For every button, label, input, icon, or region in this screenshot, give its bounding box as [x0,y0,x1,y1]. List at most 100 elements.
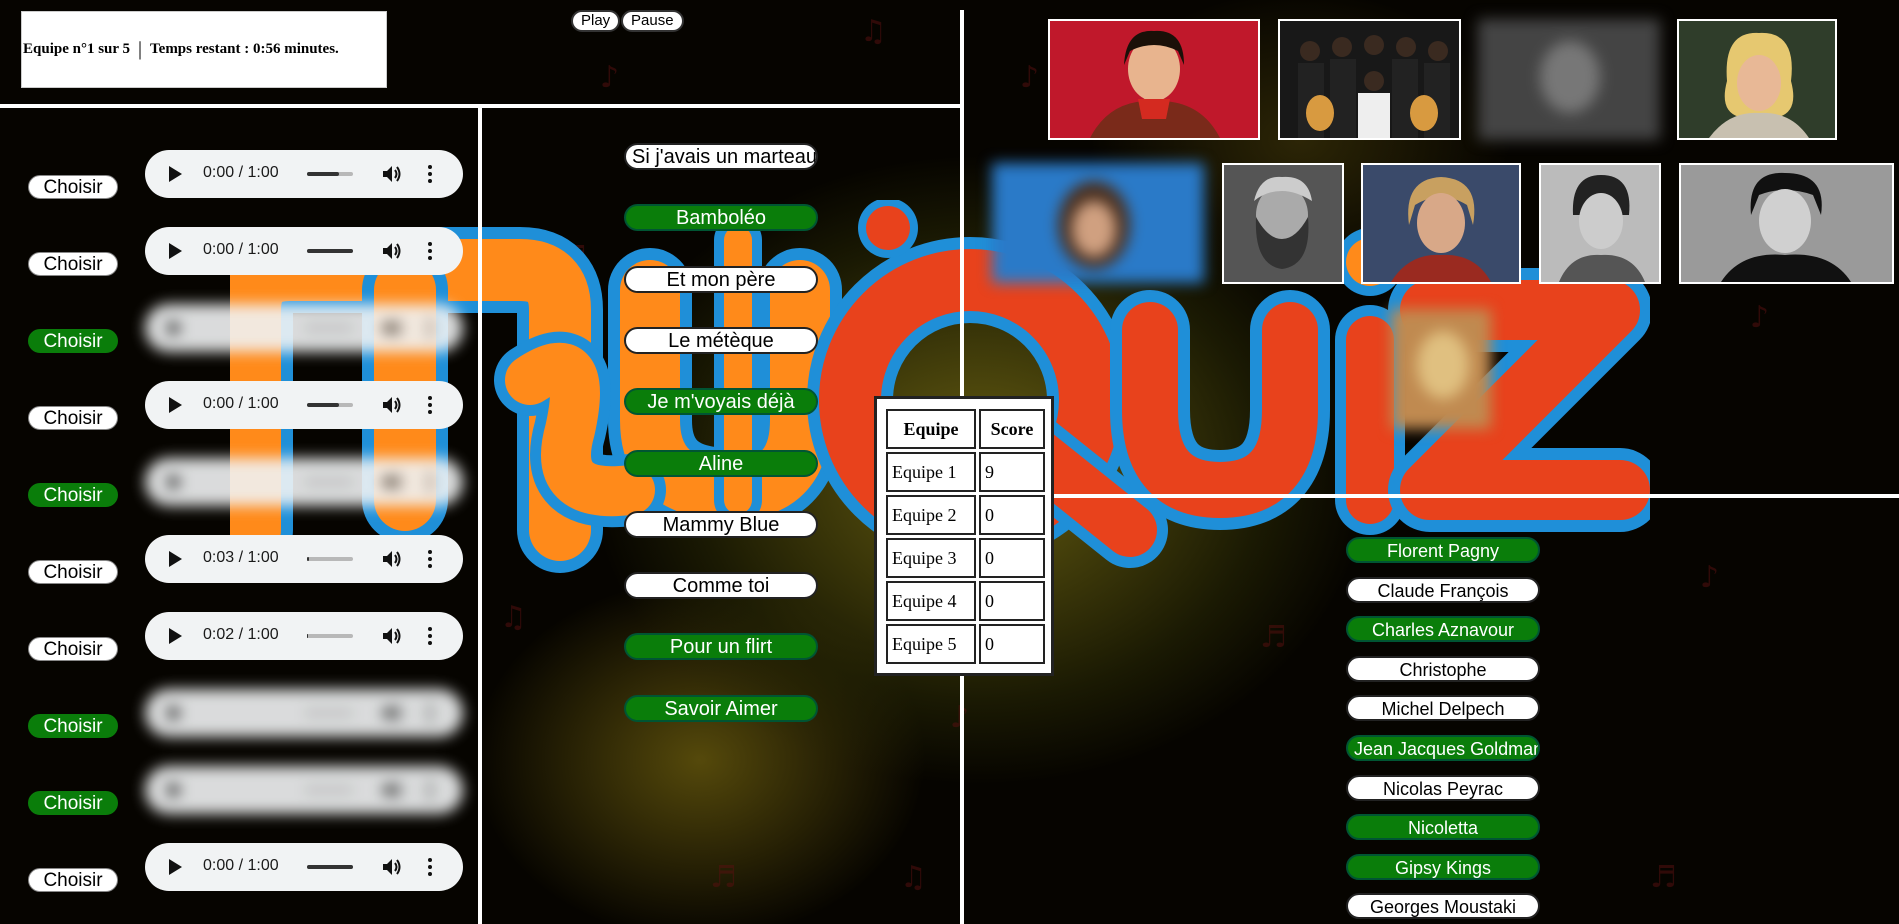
artist-photo[interactable] [1391,309,1491,429]
more-options-icon[interactable] [428,240,432,262]
artist-name-button[interactable]: Charles Aznavour [1346,616,1540,643]
audio-progress [307,865,353,869]
audio-player[interactable]: 0:03 / 1:00 [145,535,463,583]
play-icon[interactable] [169,320,182,336]
artist-photo[interactable] [1539,163,1661,284]
audio-player[interactable] [145,304,463,352]
volume-icon[interactable] [381,856,403,878]
more-options-icon[interactable] [428,471,432,493]
audio-time: 0:02 / 1:00 [203,626,279,643]
volume-icon[interactable] [381,625,403,647]
artist-name-button[interactable]: Claude François [1346,576,1540,603]
volume-icon[interactable] [381,240,403,262]
pause-button[interactable]: Pause [621,10,684,32]
play-icon[interactable] [169,859,182,875]
audio-seek-bar[interactable] [307,172,353,176]
artist-photo[interactable] [1677,19,1837,140]
play-icon[interactable] [169,551,182,567]
audio-seek-bar[interactable] [307,326,353,330]
choose-button[interactable]: Choisir [28,791,118,815]
audio-seek-bar[interactable] [307,403,353,407]
play-icon[interactable] [169,628,182,644]
more-options-icon[interactable] [428,625,432,647]
artist-photo[interactable] [1478,19,1660,140]
table-row: Equipe 3 0 [886,538,1045,578]
volume-icon[interactable] [381,394,403,416]
volume-icon[interactable] [381,702,403,724]
artist-name-button[interactable]: Christophe [1346,655,1540,682]
audio-seek-bar[interactable] [307,865,353,869]
audio-player[interactable]: 0:02 / 1:00 [145,612,463,660]
choose-button[interactable]: Choisir [28,329,118,353]
artist-photo[interactable] [992,163,1204,283]
song-title-button[interactable]: Et mon père [624,265,818,293]
audio-player[interactable]: 0:00 / 1:00 [145,843,463,891]
play-icon[interactable] [169,397,182,413]
audio-seek-bar[interactable] [307,249,353,253]
play-icon[interactable] [169,705,182,721]
choose-button[interactable]: Choisir [28,175,118,199]
song-title-button[interactable]: Mammy Blue [624,510,818,538]
song-title-button[interactable]: Comme toi [624,572,818,600]
play-icon[interactable] [169,474,182,490]
choose-button[interactable]: Choisir [28,637,118,661]
audio-seek-bar[interactable] [307,557,353,561]
more-options-icon[interactable] [428,702,432,724]
play-button[interactable]: Play [571,10,621,32]
choose-button[interactable]: Choisir [28,483,118,507]
volume-icon[interactable] [381,471,403,493]
choose-button[interactable]: Choisir [28,868,118,892]
choose-button[interactable]: Choisir [28,252,118,276]
volume-icon[interactable] [381,779,403,801]
more-options-icon[interactable] [428,163,432,185]
audio-progress [307,172,340,176]
artist-name-button[interactable]: Jean Jacques Goldman [1346,735,1540,761]
audio-seek-bar[interactable] [307,788,353,792]
artist-name-button[interactable]: Florent Pagny [1346,537,1540,563]
more-options-icon[interactable] [428,548,432,570]
audio-player[interactable]: 0:00 / 1:00 [145,227,463,275]
song-title-button[interactable]: Aline [624,449,818,477]
song-title-button[interactable]: Savoir Aimer [624,694,818,722]
more-options-icon[interactable] [428,317,432,339]
audio-seek-bar[interactable] [307,711,353,715]
audio-seek-bar[interactable] [307,480,353,484]
song-title-button[interactable]: Pour un flirt [624,633,818,661]
audio-player[interactable] [145,766,463,814]
audio-player[interactable]: 0:00 / 1:00 [145,150,463,198]
audio-progress [307,403,340,407]
song-title-button[interactable]: Si j'avais un marteau [624,143,818,170]
volume-icon[interactable] [381,548,403,570]
more-options-icon[interactable] [428,394,432,416]
artist-name-button[interactable]: Nicolas Peyrac [1346,774,1540,801]
more-options-icon[interactable] [428,856,432,878]
artist-photo[interactable] [1361,163,1521,284]
artist-name-button[interactable]: Georges Moustaki [1346,893,1540,920]
artist-photo[interactable] [1679,163,1894,284]
choose-button[interactable]: Choisir [28,406,118,430]
choose-button[interactable]: Choisir [28,714,118,738]
artist-name-button[interactable]: Michel Delpech [1346,695,1540,722]
song-title-button[interactable]: Je m'voyais déjà [624,388,818,416]
artist-photo[interactable] [1278,19,1461,140]
audio-player[interactable]: 0:00 / 1:00 [145,381,463,429]
song-title-button[interactable]: Bamboléo [624,204,818,232]
volume-icon[interactable] [381,163,403,185]
volume-icon[interactable] [381,317,403,339]
header-score: Score [979,409,1045,449]
play-icon[interactable] [169,782,182,798]
team-score: 0 [979,581,1045,621]
play-icon[interactable] [169,166,182,182]
audio-seek-bar[interactable] [307,634,353,638]
artist-photo[interactable] [1048,19,1260,140]
artist-photo[interactable] [1222,163,1344,284]
audio-player[interactable] [145,689,463,737]
play-icon[interactable] [169,243,182,259]
artist-name-button[interactable]: Gipsy Kings [1346,853,1540,880]
audio-player[interactable] [145,458,463,506]
more-options-icon[interactable] [428,779,432,801]
choose-button[interactable]: Choisir [28,560,118,584]
header-team: Equipe [886,409,976,449]
artist-name-button[interactable]: Nicoletta [1346,814,1540,841]
song-title-button[interactable]: Le métèque [624,326,818,354]
